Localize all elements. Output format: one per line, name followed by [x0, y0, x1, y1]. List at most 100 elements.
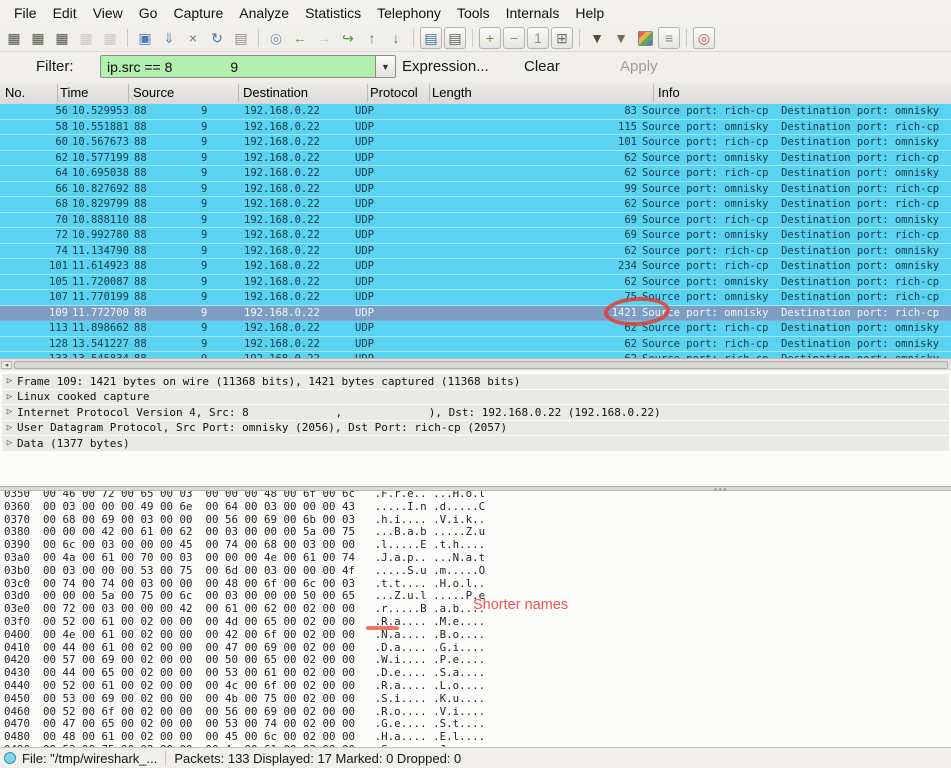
detail-line-0[interactable]: ▷Frame 109: 1421 bytes on wire (11368 bi…	[2, 374, 949, 389]
cell-no: 107	[0, 291, 68, 303]
packet-row-58[interactable]: 5810.551881889192.168.0.22UDP115Source p…	[0, 120, 951, 136]
menu-item-file[interactable]: File	[6, 2, 45, 24]
horizontal-scrollbar[interactable]: ◂	[0, 358, 951, 370]
packet-row-60[interactable]: 6010.567673889192.168.0.22UDP101Source p…	[0, 135, 951, 151]
find-packet-icon[interactable]: ◎	[265, 27, 287, 49]
cell-len: 234	[430, 260, 637, 272]
packet-row-109[interactable]: 10911.772700889192.168.0.22UDP1421Source…	[0, 306, 951, 322]
detail-line-1[interactable]: ▷Linux cooked capture	[2, 390, 949, 405]
scrollbar-thumb[interactable]	[14, 361, 948, 369]
zoom-100-icon[interactable]: 1	[527, 27, 549, 49]
auto-scroll-icon[interactable]: ▤	[444, 27, 466, 49]
detail-line-4[interactable]: ▷Data (1377 bytes)	[2, 436, 949, 451]
cell-no: 105	[0, 276, 68, 288]
menu-item-analyze[interactable]: Analyze	[231, 2, 297, 24]
column-separator[interactable]	[429, 84, 430, 102]
detail-line-2[interactable]: ▷Internet Protocol Version 4, Src: 8,), …	[2, 405, 949, 420]
menu-item-telephony[interactable]: Telephony	[369, 2, 449, 24]
colorize-list-icon[interactable]: ▤	[420, 27, 442, 49]
packet-row-128[interactable]: 12813.541227889192.168.0.22UDP62Source p…	[0, 337, 951, 353]
status-packet-counts: Packets: 133 Displayed: 17 Marked: 0 Dro…	[174, 751, 461, 766]
column-header-protocol[interactable]: Protocol	[370, 85, 418, 100]
hex-ascii: .F.r.e.. ...H.o.l	[375, 491, 486, 500]
menu-item-capture[interactable]: Capture	[165, 2, 231, 24]
expander-triangle-icon[interactable]: ▷	[2, 438, 17, 448]
hex-ascii: ...B.a.b .....Z.u	[375, 525, 486, 538]
packet-list-pane[interactable]: 5610.529953889192.168.0.22UDP83Source po…	[0, 104, 951, 358]
expression-button[interactable]: Expression...	[402, 58, 489, 75]
menu-item-tools[interactable]: Tools	[449, 2, 498, 24]
go-to-bottom-icon[interactable]: ↓	[385, 27, 407, 49]
column-separator[interactable]	[367, 84, 368, 102]
help-icon[interactable]: ◎	[693, 27, 715, 49]
resize-columns-icon[interactable]: ⊞	[551, 27, 573, 49]
save-file-icon[interactable]: ⇓	[158, 27, 180, 49]
column-separator[interactable]	[128, 84, 129, 102]
column-header-source[interactable]: Source	[133, 85, 174, 100]
detail-line-3[interactable]: ▷User Datagram Protocol, Src Port: omnis…	[2, 421, 949, 436]
cell-len: 62	[430, 338, 637, 350]
expert-info-icon[interactable]	[4, 752, 16, 764]
column-header-destination[interactable]: Destination	[243, 85, 308, 100]
display-filter-input[interactable]: ip.src == 8 9	[100, 55, 376, 78]
print-icon[interactable]: ▤	[230, 27, 252, 49]
menu-item-statistics[interactable]: Statistics	[297, 2, 369, 24]
capture-options-icon[interactable]: ▦	[27, 27, 49, 49]
packet-row-72[interactable]: 7210.992780889192.168.0.22UDP69Source po…	[0, 228, 951, 244]
column-separator[interactable]	[653, 84, 654, 102]
menu-item-go[interactable]: Go	[131, 2, 166, 24]
display-filter-icon[interactable]: ▼	[610, 27, 632, 49]
packet-row-113[interactable]: 11311.898662889192.168.0.22UDP62Source p…	[0, 321, 951, 337]
go-back-icon[interactable]: ←	[289, 27, 311, 49]
packet-row-74[interactable]: 7411.134790889192.168.0.22UDP62Source po…	[0, 244, 951, 260]
preferences-icon[interactable]: ≡	[658, 27, 680, 49]
packet-row-101[interactable]: 10111.614923889192.168.0.22UDP234Source …	[0, 259, 951, 275]
menu-item-edit[interactable]: Edit	[45, 2, 85, 24]
menu-item-help[interactable]: Help	[567, 2, 612, 24]
menu-item-internals[interactable]: Internals	[498, 2, 568, 24]
scroll-left-arrow-icon[interactable]: ◂	[1, 361, 12, 369]
column-header-time[interactable]: Time	[60, 85, 88, 100]
detail-text: Frame 109: 1421 bytes on wire (11368 bit…	[17, 375, 520, 388]
clear-filter-button[interactable]: Clear	[524, 58, 560, 75]
expander-triangle-icon[interactable]: ▷	[2, 407, 17, 417]
packet-row-62[interactable]: 6210.577199889192.168.0.22UDP62Source po…	[0, 151, 951, 167]
expander-triangle-icon[interactable]: ▷	[2, 392, 17, 402]
expander-triangle-icon[interactable]: ▷	[2, 423, 17, 433]
go-to-top-icon[interactable]: ↑	[361, 27, 383, 49]
coloring-rules-icon[interactable]	[634, 27, 656, 49]
zoom-out-icon[interactable]: −	[503, 27, 525, 49]
filter-history-dropdown[interactable]: ▼	[376, 55, 396, 78]
go-forward-icon[interactable]: →	[313, 27, 335, 49]
list-interfaces-icon[interactable]: ▦	[3, 27, 25, 49]
packet-row-64[interactable]: 6410.695038889192.168.0.22UDP62Source po…	[0, 166, 951, 182]
column-separator[interactable]	[238, 84, 239, 102]
apply-filter-button[interactable]: Apply	[620, 58, 658, 75]
cell-no: 74	[0, 245, 68, 257]
menu-item-view[interactable]: View	[85, 2, 131, 24]
capture-filter-icon[interactable]: ▼	[586, 27, 608, 49]
packet-row-105[interactable]: 10511.720087889192.168.0.22UDP62Source p…	[0, 275, 951, 291]
packet-row-68[interactable]: 6810.829799889192.168.0.22UDP62Source po…	[0, 197, 951, 213]
go-to-packet-icon[interactable]: ↪	[337, 27, 359, 49]
filter-value-part2: 9	[230, 59, 238, 75]
packet-details-pane[interactable]: ▷Frame 109: 1421 bytes on wire (11368 bi…	[0, 371, 951, 486]
packet-row-66[interactable]: 6610.827692889192.168.0.22UDP99Source po…	[0, 182, 951, 198]
cell-no: 72	[0, 229, 68, 241]
menu-bar: FileEditViewGoCaptureAnalyzeStatisticsTe…	[0, 0, 951, 25]
cell-src2: 9	[201, 322, 207, 334]
open-file-icon[interactable]: ▣	[134, 27, 156, 49]
packet-bytes-pane[interactable]: 0350 00 46 00 72 00 65 00 03 00 00 00 48…	[0, 491, 951, 747]
column-header-info[interactable]: Info	[658, 85, 680, 100]
column-header-no[interactable]: No.	[5, 85, 25, 100]
close-file-icon[interactable]: ×	[182, 27, 204, 49]
packet-row-56[interactable]: 5610.529953889192.168.0.22UDP83Source po…	[0, 104, 951, 120]
reload-file-icon[interactable]: ↻	[206, 27, 228, 49]
expander-triangle-icon[interactable]: ▷	[2, 376, 17, 386]
column-header-length[interactable]: Length	[432, 85, 472, 100]
start-capture-icon[interactable]: ▦	[51, 27, 73, 49]
packet-row-70[interactable]: 7010.888110889192.168.0.22UDP69Source po…	[0, 213, 951, 229]
zoom-in-icon[interactable]: +	[479, 27, 501, 49]
column-separator[interactable]	[57, 84, 58, 102]
packet-row-107[interactable]: 10711.770199889192.168.0.22UDP75Source p…	[0, 290, 951, 306]
